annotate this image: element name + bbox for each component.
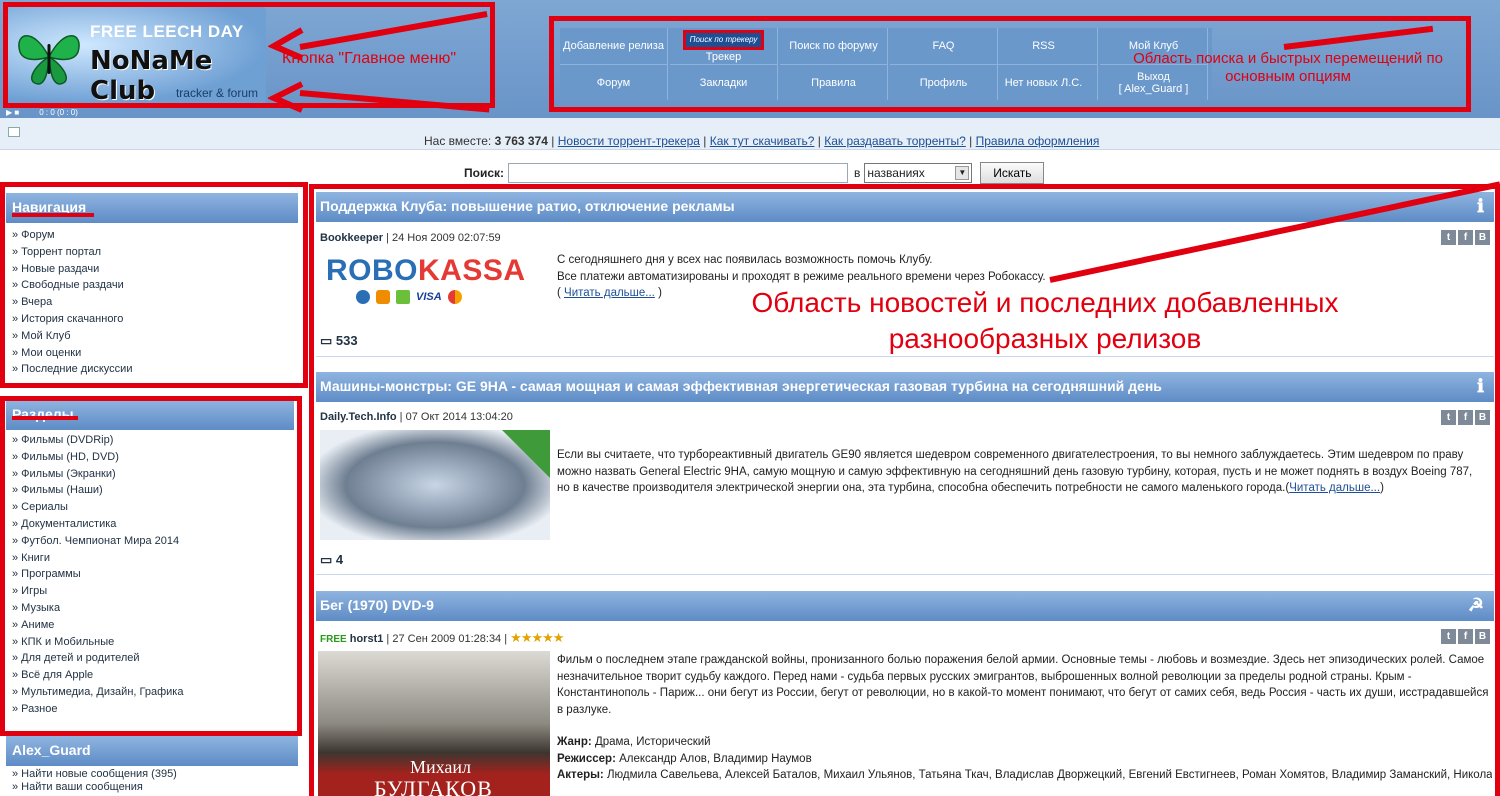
find-my-messages-link[interactable]: » Найти ваши сообщения [12, 781, 177, 794]
search-button[interactable]: Искать [980, 162, 1045, 184]
search-input[interactable] [508, 163, 849, 183]
search-scope-value: названиях [867, 166, 925, 180]
player-counter: 0 : 0 (0 : 0) [39, 108, 78, 117]
info-strip-text: Нас вместе: 3 763 374 | Новости торрент-… [424, 134, 1100, 148]
annotation-frame-sections [0, 396, 302, 736]
link-how-download[interactable]: Как тут скачивать? [710, 134, 815, 148]
chevron-down-icon: ▼ [955, 166, 970, 180]
sidebar-user-title: Alex_Guard [12, 742, 91, 758]
sidebar-user-header: Alex_Guard [6, 736, 298, 766]
info-strip: Нас вместе: 3 763 374 | Новости торрент-… [0, 118, 1500, 150]
find-new-messages-link[interactable]: » Найти новые сообщения (395) [12, 768, 177, 781]
link-formatting-rules[interactable]: Правила оформления [976, 134, 1100, 148]
mini-player[interactable]: ▶ ■ 0 : 0 (0 : 0) [6, 108, 186, 118]
annotation-frame-news [309, 184, 1500, 796]
search-in-label: в [854, 166, 861, 180]
sidebar-user-list: » Найти новые сообщения (395) » Найти ва… [12, 768, 177, 794]
annotation-news-area: Область новостей и последних добавленных… [751, 287, 1339, 354]
members-count: 3 763 374 [494, 134, 548, 148]
annotation-frame-nav-sidebar [0, 182, 308, 388]
search-label: Поиск: [464, 166, 505, 180]
link-tracker-news[interactable]: Новости торрент-трекера [558, 134, 700, 148]
members-label: Нас вместе: [424, 134, 492, 148]
toggle-icon[interactable] [8, 127, 20, 137]
link-how-seed[interactable]: Как раздавать торренты? [824, 134, 966, 148]
annotation-search-area: Область поиска и быстрых перемещений по … [1133, 50, 1443, 85]
search-bar: Поиск: в названиях ▼ Искать [464, 162, 1045, 184]
annotation-main-menu: Кнопка "Главное меню" [282, 50, 457, 67]
annotation-arrowheads [268, 27, 304, 113]
search-scope-select[interactable]: названиях ▼ [864, 163, 973, 183]
